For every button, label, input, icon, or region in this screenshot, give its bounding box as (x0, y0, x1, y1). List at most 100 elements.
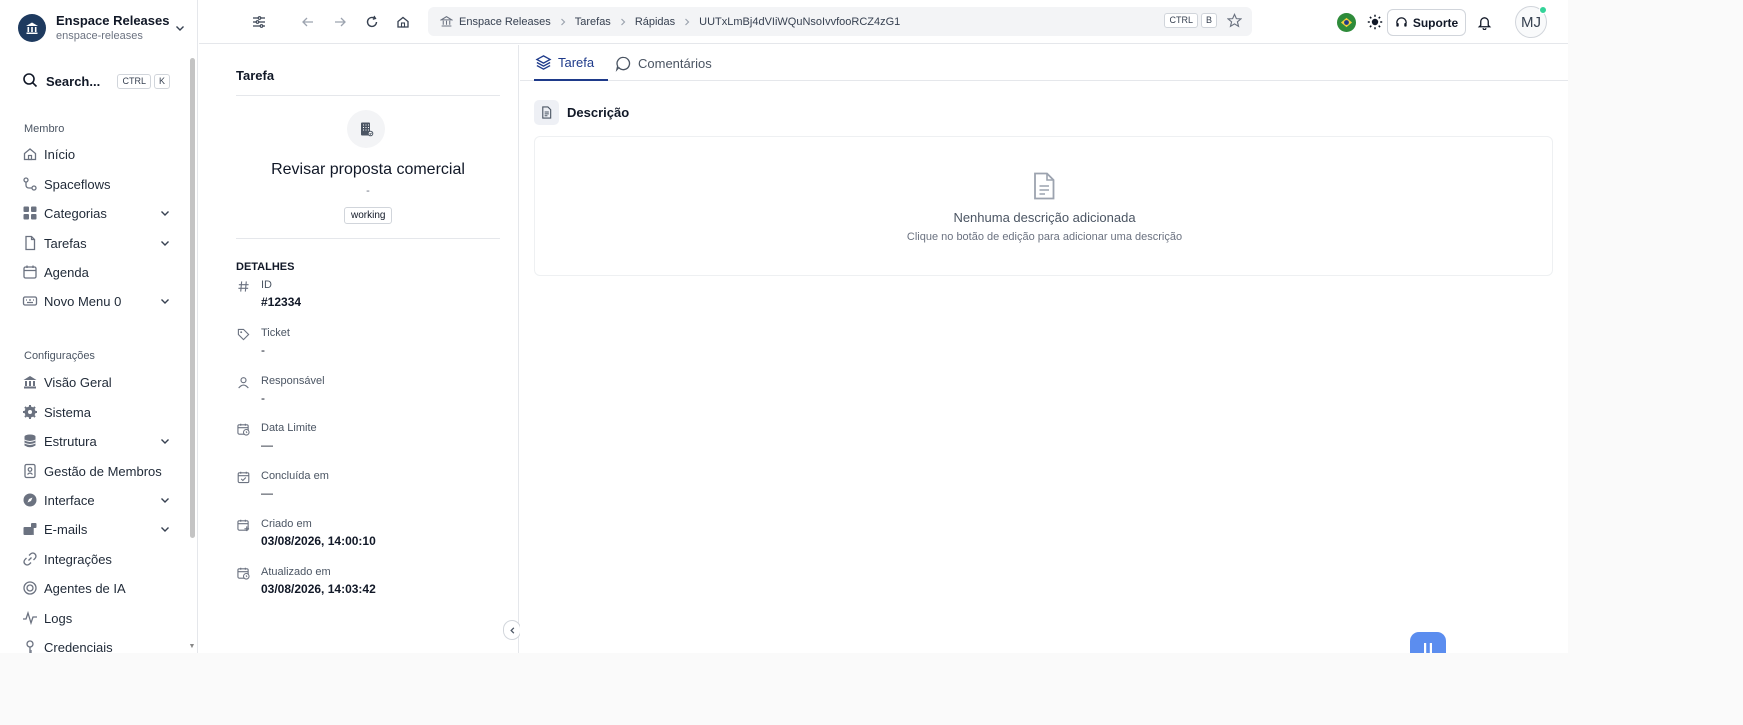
calendar-plus-icon (236, 518, 250, 532)
sidebar-item-interface[interactable]: Interface (22, 489, 172, 511)
top-bar: Enspace Releases Tarefas Rápidas UUTxLmB… (199, 0, 1568, 44)
user-icon (236, 375, 250, 389)
tab-label: Tarefa (558, 54, 595, 70)
layers-icon (534, 53, 552, 71)
search-trigger[interactable]: Search... CTRL K (22, 72, 170, 90)
field-value: — (261, 438, 273, 452)
calendar-check-icon (236, 470, 250, 484)
sidebar-item-novo-menu[interactable]: Novo Menu 0 (22, 290, 172, 312)
sidebar-item-spaceflows[interactable]: Spaceflows (22, 173, 172, 195)
chevron-down-icon[interactable] (158, 206, 172, 220)
sidebar-item-integracoes[interactable]: Integrações (22, 548, 172, 570)
chevron-down-icon[interactable] (172, 20, 188, 36)
bank-icon (22, 374, 38, 390)
breadcrumb-item[interactable]: Enspace Releases (459, 16, 551, 28)
sidebar-item-gestao-membros[interactable]: Gestão de Membros (22, 460, 172, 482)
field-value: 03/08/2026, 14:00:10 (261, 534, 376, 548)
id-badge-icon (22, 463, 38, 479)
field-atualizado-em: Atualizado em 03/08/2026, 14:03:42 (236, 566, 500, 602)
panel-collapse-button[interactable] (503, 620, 521, 640)
field-responsavel: Responsável - (236, 375, 500, 411)
workspace-slug: enspace-releases (56, 30, 143, 42)
support-button[interactable]: Suporte (1387, 9, 1466, 36)
flow-icon (22, 176, 38, 192)
sidebar-item-agentes-ia[interactable]: Agentes de IA (22, 577, 172, 599)
tab-tarefa[interactable]: Tarefa (534, 45, 608, 81)
floating-action-button[interactable] (1410, 632, 1446, 653)
sidebar-item-agenda[interactable]: Agenda (22, 261, 172, 283)
sidebar-item-credenciais[interactable]: Credenciais (22, 636, 172, 653)
breadcrumb-item[interactable]: Tarefas (575, 16, 611, 28)
sidebar-scrollbar-thumb[interactable] (190, 58, 195, 538)
hash-icon (236, 279, 250, 293)
chevron-right-icon (619, 18, 627, 26)
online-status-badge (1539, 6, 1547, 14)
chevron-down-icon[interactable] (158, 493, 172, 507)
chevron-down-icon[interactable] (158, 294, 172, 308)
search-icon (22, 72, 38, 91)
chevron-down-icon[interactable] (158, 236, 172, 250)
forward-arrow-icon[interactable] (332, 14, 348, 30)
sidebar-item-visao-geral[interactable]: Visão Geral (22, 371, 172, 393)
chevron-right-icon (683, 18, 691, 26)
field-label: ID (261, 279, 272, 291)
section-label-configuracoes: Configurações (24, 350, 95, 362)
field-ticket: Ticket - (236, 327, 500, 363)
back-arrow-icon[interactable] (300, 14, 316, 30)
empty-state-title: Nenhuma descrição adicionada (953, 210, 1136, 225)
field-criado-em: Criado em 03/08/2026, 14:00:10 (236, 518, 500, 554)
shortcut-key: CTRL (117, 73, 151, 89)
home-icon[interactable] (395, 14, 411, 30)
section-label-membro: Membro (24, 123, 65, 135)
sidebar-item-categorias[interactable]: Categorias (22, 202, 172, 224)
refresh-icon[interactable] (364, 14, 380, 30)
field-label: Data Limite (261, 422, 317, 434)
tab-bar: Tarefa Comentários (520, 45, 1568, 81)
sidebar-item-emails[interactable]: E-mails (22, 518, 172, 540)
toggle-panel-icon[interactable] (251, 14, 267, 30)
sidebar-item-label: Credenciais (44, 639, 113, 654)
task-detail-panel: Tarefa Revisar proposta comercial - work… (199, 45, 519, 653)
sidebar-item-logs[interactable]: Logs (22, 607, 172, 629)
bank-icon (440, 15, 453, 28)
calendar-icon (22, 264, 38, 280)
headset-icon (1395, 16, 1408, 29)
sidebar-item-label: Agenda (44, 264, 89, 280)
database-icon (22, 433, 38, 449)
chevron-down-icon[interactable] (158, 434, 172, 448)
details-heading: DETALHES (236, 261, 295, 273)
sidebar-item-label: Interface (44, 492, 95, 508)
chat-icon (614, 54, 632, 72)
sidebar-item-sistema[interactable]: Sistema (22, 401, 172, 423)
task-subtitle: - (366, 185, 370, 197)
link-icon (22, 551, 38, 567)
task-name: Revisar proposta comercial (271, 161, 465, 178)
sidebar-item-label: Logs (44, 610, 73, 626)
star-icon[interactable] (1227, 13, 1242, 28)
chevron-down-icon[interactable] (158, 522, 172, 536)
sidebar-item-inicio[interactable]: Início (22, 143, 172, 165)
sidebar-item-label: Agentes de IA (44, 580, 126, 596)
sidebar-item-tarefas[interactable]: Tarefas (22, 232, 172, 254)
sidebar-item-label: Categorias (44, 205, 107, 221)
grid-icon (22, 205, 38, 221)
shortcut-key: B (1200, 13, 1217, 28)
scroll-down-icon[interactable]: ▼ (188, 643, 196, 651)
workspace-switcher[interactable]: Enspace Releases enspace-releases (18, 12, 188, 44)
support-label: Suporte (1412, 15, 1459, 30)
divider (236, 238, 500, 239)
field-value: #12334 (261, 295, 302, 309)
sidebar-item-label: Início (44, 146, 76, 162)
language-flag-icon[interactable] (1337, 13, 1356, 32)
theme-toggle-sun-icon[interactable] (1367, 14, 1383, 30)
tab-comentarios[interactable]: Comentários (614, 45, 724, 81)
sidebar-item-estrutura[interactable]: Estrutura (22, 430, 172, 452)
sidebar: Enspace Releases enspace-releases Search… (0, 0, 198, 653)
breadcrumb-item[interactable]: Rápidas (635, 16, 675, 28)
activity-icon (22, 610, 38, 626)
task-building-icon (347, 110, 385, 148)
keyboard-icon (22, 293, 38, 309)
description-title: Descrição (567, 104, 630, 120)
key-icon (22, 639, 38, 653)
bell-icon[interactable] (1476, 14, 1492, 30)
